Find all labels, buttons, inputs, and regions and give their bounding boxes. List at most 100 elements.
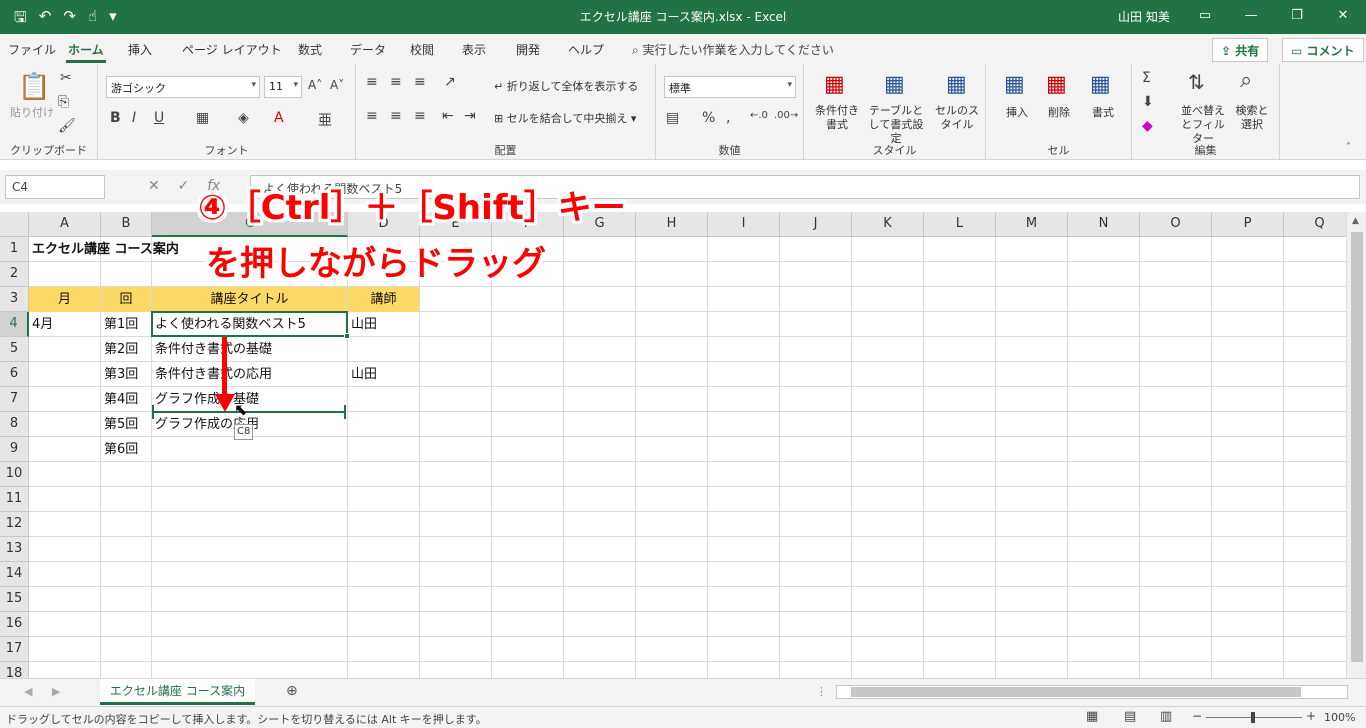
table-cell[interactable]: 第4回	[101, 387, 151, 412]
accounting-icon[interactable]: ▤	[666, 110, 679, 126]
tab-file[interactable]: ファイル	[8, 41, 56, 58]
header-cell[interactable]: 講座タイトル	[152, 287, 347, 312]
tab-split-handle-icon[interactable]: ⋮	[816, 685, 827, 698]
column-header-m[interactable]: M	[996, 212, 1068, 237]
align-bottom-icon[interactable]: ≡	[414, 74, 426, 90]
column-header-o[interactable]: O	[1140, 212, 1212, 237]
insert-cells-icon[interactable]: ▦	[1004, 72, 1025, 97]
minimize-button[interactable]: —	[1228, 0, 1274, 34]
close-button[interactable]: ✕	[1320, 0, 1366, 34]
format-cells-button[interactable]: 書式	[1092, 106, 1114, 120]
conditional-formatting-icon[interactable]: ▦	[824, 72, 845, 97]
table-cell[interactable]: 第5回	[101, 412, 151, 437]
align-right-icon[interactable]: ≡	[414, 108, 426, 124]
header-cell[interactable]: 回	[101, 287, 151, 312]
paste-icon[interactable]: 📋	[18, 72, 50, 102]
align-middle-icon[interactable]: ≡	[390, 74, 402, 90]
align-left-icon[interactable]: ≡	[366, 108, 378, 124]
column-header-k[interactable]: K	[852, 212, 924, 237]
prev-sheet-icon[interactable]: ◀	[24, 685, 32, 698]
row-header-12[interactable]: 12	[0, 512, 29, 537]
enter-icon[interactable]: ✓	[178, 178, 190, 194]
find-select-button[interactable]: 検索と選択	[1232, 104, 1272, 132]
decrease-font-icon[interactable]: A˅	[330, 78, 344, 92]
bold-icon[interactable]: B	[110, 110, 121, 126]
tab-page-layout[interactable]: ページ レイアウト	[182, 41, 282, 58]
zoom-in-icon[interactable]: +	[1306, 709, 1316, 723]
sheet-tab-active[interactable]: エクセル講座 コース案内	[100, 679, 255, 705]
increase-decimal-icon[interactable]: ←.0	[750, 110, 768, 121]
column-header-i[interactable]: I	[708, 212, 780, 237]
row-header-9[interactable]: 9	[0, 437, 29, 462]
row-header-14[interactable]: 14	[0, 562, 29, 587]
row-header-8[interactable]: 8	[0, 412, 29, 437]
page-layout-view-icon[interactable]: ▤	[1124, 709, 1136, 724]
percent-icon[interactable]: %	[702, 110, 715, 126]
normal-view-icon[interactable]: ▦	[1086, 709, 1098, 724]
collapse-ribbon-icon[interactable]: ˄	[1346, 142, 1351, 153]
row-header-2[interactable]: 2	[0, 262, 29, 287]
column-header-n[interactable]: N	[1068, 212, 1140, 237]
clear-icon[interactable]: ◆	[1142, 118, 1153, 134]
ribbon-display-options-icon[interactable]: ▭	[1182, 0, 1228, 34]
header-cell[interactable]: 講師	[348, 287, 419, 312]
horizontal-scrollbar[interactable]	[836, 685, 1348, 699]
row-header-3[interactable]: 3	[0, 287, 29, 312]
comma-icon[interactable]: ,	[726, 110, 730, 126]
row-header-6[interactable]: 6	[0, 362, 29, 387]
table-cell[interactable]: 第6回	[101, 437, 151, 462]
comment-button[interactable]: ▭ コメント	[1282, 38, 1364, 62]
column-header-h[interactable]: H	[636, 212, 708, 237]
zoom-level[interactable]: 100%	[1324, 711, 1355, 724]
delete-cells-button[interactable]: 削除	[1048, 106, 1070, 120]
row-header-17[interactable]: 17	[0, 637, 29, 662]
column-header-a[interactable]: A	[29, 212, 101, 237]
format-cells-icon[interactable]: ▦	[1090, 72, 1111, 97]
merge-center-button[interactable]: ⊞ セルを結合して中央揃え ▾	[494, 112, 636, 126]
align-center-icon[interactable]: ≡	[390, 108, 402, 124]
header-cell[interactable]: 月	[29, 287, 100, 312]
row-header-15[interactable]: 15	[0, 587, 29, 612]
tab-developer[interactable]: 開発	[516, 41, 540, 58]
conditional-formatting-button[interactable]: 条件付き書式	[812, 104, 862, 132]
sort-filter-icon[interactable]: ⇅	[1188, 70, 1205, 94]
underline-icon[interactable]: U	[154, 110, 164, 126]
autosum-icon[interactable]: Σ	[1142, 70, 1151, 86]
worksheet-grid[interactable]: ABCDEFGHIJKLMNOPQ 1 2 3 4 5 6 7 8 9 10 11 12 13 14 15 1…	[0, 212, 1366, 678]
cell-styles-button[interactable]: セルのスタイル	[932, 104, 982, 132]
page-break-view-icon[interactable]: ▥	[1160, 709, 1172, 724]
table-cell[interactable]: グラフ作成の基礎	[152, 387, 347, 412]
scroll-thumb[interactable]	[1351, 232, 1363, 662]
delete-cells-icon[interactable]: ▦	[1046, 72, 1067, 97]
copy-icon[interactable]: ⎘	[58, 94, 69, 110]
cancel-icon[interactable]: ✕	[148, 178, 160, 194]
cut-icon[interactable]: ✂	[60, 70, 72, 86]
increase-font-icon[interactable]: A˄	[308, 78, 322, 92]
zoom-slider-thumb[interactable]	[1251, 712, 1255, 723]
phonetic-icon[interactable]: 亜	[318, 110, 332, 130]
row-header-5[interactable]: 5	[0, 337, 29, 362]
row-header-16[interactable]: 16	[0, 612, 29, 637]
table-cell[interactable]: 第1回	[101, 312, 151, 337]
row-header-11[interactable]: 11	[0, 487, 29, 512]
tell-me-box[interactable]: ⌕ 実行したい作業を入力してください	[632, 41, 834, 58]
vertical-scrollbar[interactable]: ▲	[1346, 212, 1366, 678]
row-header-4[interactable]: 4	[0, 312, 29, 337]
find-select-icon[interactable]: ⌕	[1240, 68, 1252, 93]
tab-review[interactable]: 校閲	[410, 41, 434, 58]
fill-icon[interactable]: ⬇	[1142, 94, 1154, 110]
next-sheet-icon[interactable]: ▶	[52, 685, 60, 698]
column-header-l[interactable]: L	[924, 212, 996, 237]
table-cell[interactable]: 4月	[29, 312, 100, 337]
tab-help[interactable]: ヘルプ	[568, 41, 604, 58]
table-cell[interactable]: 条件付き書式の応用	[152, 362, 347, 387]
restore-button[interactable]: ❐	[1274, 0, 1320, 34]
zoom-out-icon[interactable]: −	[1192, 709, 1202, 723]
align-top-icon[interactable]: ≡	[366, 74, 378, 90]
format-painter-icon[interactable]: 🖌	[58, 118, 76, 134]
column-header-j[interactable]: J	[780, 212, 852, 237]
user-name[interactable]: 山田 知美	[1118, 8, 1170, 25]
insert-cells-button[interactable]: 挿入	[1006, 106, 1028, 120]
scroll-up-icon[interactable]: ▲	[1352, 216, 1359, 226]
h-scroll-thumb[interactable]	[851, 687, 1301, 697]
